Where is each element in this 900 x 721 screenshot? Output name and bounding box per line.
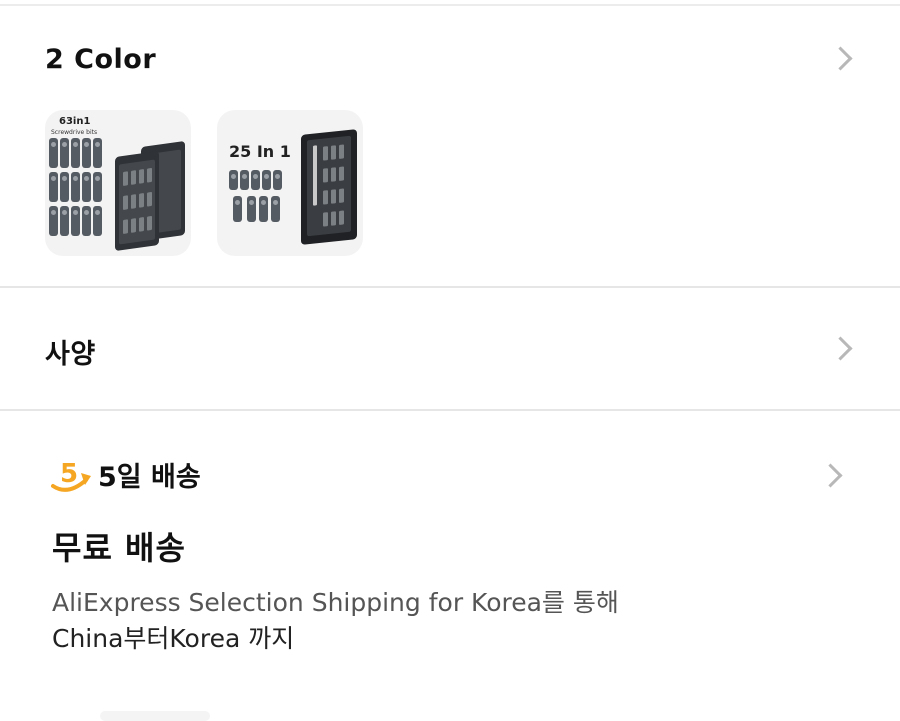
- color-option-63in1[interactable]: 63in1 Screwdrive bits: [45, 110, 191, 256]
- five-day-delivery-icon: 5: [50, 456, 92, 494]
- color-title: 2 Color: [45, 44, 157, 75]
- svg-text:5: 5: [60, 459, 78, 489]
- free-shipping-label: 무료 배송: [52, 529, 186, 567]
- delivery-row: 5 5일 배송: [50, 455, 201, 494]
- chevron-right-icon[interactable]: [830, 338, 850, 358]
- color-section[interactable]: 2 Color 63in1 Screwdrive bits 25 In 1: [0, 8, 900, 288]
- shipping-description-line2: China부터Korea 까지: [52, 624, 295, 653]
- color-thumbnails: 63in1 Screwdrive bits 25 In 1: [45, 110, 363, 256]
- top-divider: [0, 0, 900, 6]
- thumb-sublabel: Screwdrive bits: [51, 129, 98, 136]
- color-option-25in1[interactable]: 25 In 1: [217, 110, 363, 256]
- delivery-title: 5일 배송: [98, 462, 201, 493]
- spec-title: 사양: [45, 339, 96, 370]
- chevron-right-icon[interactable]: [820, 465, 840, 485]
- shipping-description: AliExpress Selection Shipping for Korea를…: [52, 585, 812, 657]
- thumb-label: 63in1: [59, 116, 91, 127]
- spec-section[interactable]: 사양: [0, 290, 900, 411]
- thumb-label: 25 In 1: [229, 142, 291, 161]
- divider: [100, 711, 210, 721]
- shipping-section[interactable]: 5 5일 배송 무료 배송 AliExpress Selection Shipp…: [0, 413, 900, 721]
- shipping-description-line1: AliExpress Selection Shipping for Korea를…: [52, 588, 619, 617]
- chevron-right-icon[interactable]: [830, 48, 850, 68]
